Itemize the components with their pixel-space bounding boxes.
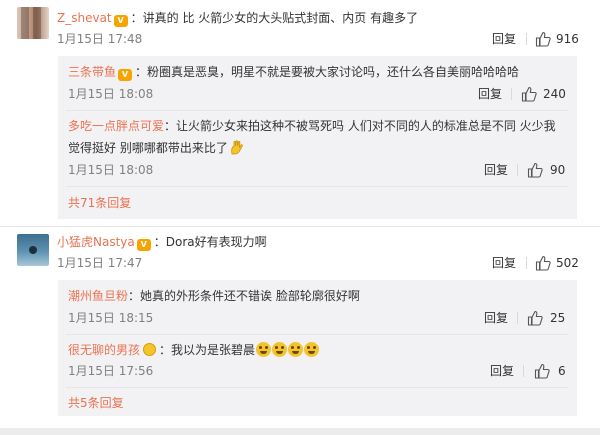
divider (66, 387, 568, 388)
comment-text: ：讲真的 比 火箭少女的大头贴式封面、内页 有趣多了 (130, 11, 419, 25)
thumbs-up-icon[interactable] (535, 255, 551, 271)
reply-text-continued: 觉得挺好 别哪哪都带出来比了 (68, 140, 244, 156)
comment-text: ：Dora好有表现力啊 (153, 235, 267, 249)
divider (66, 186, 568, 187)
reply-time: 1月15日 18:08 (68, 87, 154, 101)
thumbs-up-icon[interactable] (521, 86, 537, 102)
username-link[interactable]: Z_shevat (57, 11, 112, 25)
reply-text: ：让火箭少女来拍这种不被骂死吗 人们对不同的人的标准总是不同 火少我 (164, 119, 556, 133)
like-count: 90 (550, 163, 566, 177)
avatar[interactable] (17, 234, 49, 266)
like-count: 6 (558, 364, 566, 378)
divider (66, 334, 568, 335)
divider (517, 164, 518, 176)
thumbs-up-icon[interactable] (527, 162, 543, 178)
comment-time: 1月15日 17:47 (57, 256, 143, 270)
reply-text: ：我以为是张碧晨 (159, 343, 256, 357)
more-replies-link[interactable]: 共5条回复 (68, 395, 124, 411)
reply-item: 潮州鱼旦粉：她真的外形条件还不错诶 脸部轮廓很好啊 (68, 288, 360, 304)
divider (526, 257, 527, 269)
vip-badge-icon: V (136, 239, 151, 251)
thumbs-up-icon[interactable] (535, 31, 551, 47)
reply-button[interactable]: 回复 (484, 162, 508, 178)
vip-badge-icon: V (118, 69, 133, 81)
reply-button[interactable]: 回复 (478, 86, 502, 102)
username-link[interactable]: 三条带鱼 (68, 65, 116, 79)
reply-text: ：她真的外形条件还不错诶 脸部轮廓很好啊 (128, 289, 360, 303)
laugh-cry-emoji (304, 342, 320, 357)
like-count: 25 (550, 311, 566, 325)
reply-item: 很无聊的男孩 ：我以为是张碧晨 (68, 342, 320, 358)
reply-time: 1月15日 17:56 (68, 364, 154, 378)
reply-button[interactable]: 回复 (492, 31, 516, 47)
divider (517, 312, 518, 324)
like-count: 240 (543, 87, 566, 101)
reply-button[interactable]: 回复 (490, 363, 514, 379)
reply-time: 1月15日 18:15 (68, 311, 154, 325)
divider (526, 33, 527, 45)
laugh-cry-emoji (272, 342, 288, 357)
username-link[interactable]: 多吃一点胖点可爱 (68, 119, 164, 133)
comment-time: 1月15日 17:48 (57, 32, 143, 46)
thumbs-up-icon[interactable] (534, 363, 550, 379)
like-count: 502 (556, 256, 579, 270)
divider (0, 226, 600, 227)
username-link[interactable]: 很无聊的男孩 (68, 343, 140, 357)
username-link[interactable]: 小猛虎Nastya (57, 235, 135, 249)
like-count: 916 (556, 32, 579, 46)
reply-time: 1月15日 18:08 (68, 163, 154, 177)
divider (523, 365, 524, 377)
next-comment-peek (0, 428, 600, 435)
thumbs-up-icon[interactable] (527, 310, 543, 326)
comment-header: Z_shevat V ：讲真的 比 火箭少女的大头贴式封面、内页 有趣多了 (57, 10, 418, 27)
reply-item: 多吃一点胖点可爱：让火箭少女来拍这种不被骂死吗 人们对不同的人的标准总是不同 火… (68, 118, 556, 134)
level-badge-icon (143, 343, 157, 356)
more-replies-link[interactable]: 共71条回复 (68, 195, 131, 211)
reply-text: ：粉圈真是恶臭，明星不就是要被大家讨论吗，还什么各自美丽哈哈哈哈 (135, 65, 520, 79)
reply-button[interactable]: 回复 (484, 310, 508, 326)
username-link[interactable]: 潮州鱼旦粉 (68, 289, 128, 303)
reply-item: 三条带鱼 V ：粉圈真是恶臭，明星不就是要被大家讨论吗，还什么各自美丽哈哈哈哈 (68, 64, 519, 81)
laugh-cry-emoji (256, 342, 272, 357)
laugh-cry-emoji (288, 342, 304, 357)
vip-badge-icon: V (113, 15, 128, 27)
divider (511, 88, 512, 100)
avatar[interactable] (17, 7, 49, 39)
divider (66, 110, 568, 111)
comment-header: 小猛虎Nastya V ：Dora好有表现力啊 (57, 234, 267, 251)
reply-button[interactable]: 回复 (492, 255, 516, 271)
ok-hand-emoji (231, 140, 243, 155)
